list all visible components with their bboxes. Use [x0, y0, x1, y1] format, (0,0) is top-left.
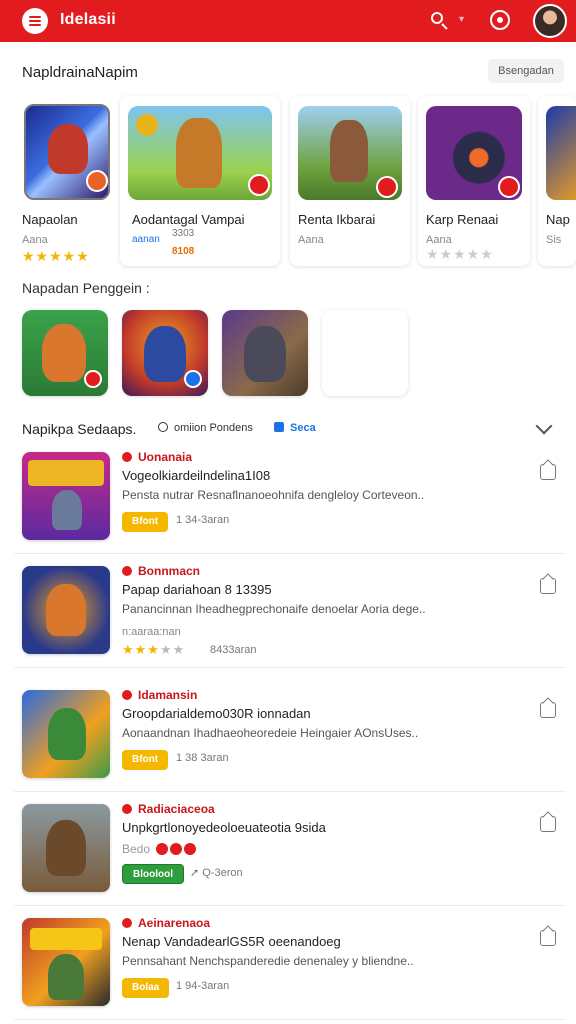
popular-game-tile[interactable] — [222, 310, 308, 396]
play-badge-icon — [86, 170, 108, 192]
featured-card[interactable]: Renta Ikbarai Aana — [290, 96, 410, 266]
game-meta: ➚ Q-3eron — [190, 867, 243, 879]
developer-name: Radiaciaceoa — [122, 802, 215, 816]
featured-card-title: Renta Ikbarai — [298, 212, 376, 227]
list-item[interactable]: Bonnmacn Papap dariahoan 8 13395 Pananci… — [14, 564, 566, 668]
game-meta: 1 94-3aran — [176, 980, 230, 992]
avatar[interactable] — [533, 4, 567, 38]
developer-icon — [122, 918, 132, 928]
featured-card-subtitle: Aana — [426, 234, 452, 246]
share-icon[interactable]: ➚ — [190, 867, 199, 879]
bookmark-icon[interactable] — [540, 816, 556, 832]
developer-icon — [122, 452, 132, 462]
featured-card[interactable]: Napaolan Aana ★★★★★ — [16, 96, 116, 266]
rating-stars: ★★★★★ — [22, 248, 90, 264]
app-brand: Idelasii — [60, 11, 116, 28]
game-description: Pensta nutrar Resnaflnanoeohnifa denglel… — [122, 488, 425, 502]
game-description: Pennsahant Nenchspanderedie denenaley y … — [122, 954, 414, 968]
play-badge-icon — [376, 176, 398, 198]
get-button[interactable]: Bloolool — [122, 864, 184, 884]
bookmark-icon[interactable] — [540, 578, 556, 594]
list-item[interactable]: Radiaciaceoa Unpkgrtlonoyedeoloeuateotia… — [14, 802, 566, 906]
tag-icon — [170, 843, 183, 855]
featured-card-subtitle: Sis — [546, 234, 562, 246]
see-more-button[interactable]: Bsengadan — [488, 59, 564, 83]
developer-icon — [122, 566, 132, 576]
game-title: Unpkgrtlonoyedeoloeuateotia 9sida — [122, 820, 326, 835]
list-item[interactable]: Uonanaia Vogeolkiardeilndelina1I08 Penst… — [14, 450, 566, 554]
featured-card-price: 8108 — [172, 246, 195, 257]
game-title: Nenap VandadearlGS5R oeenandoeg — [122, 934, 341, 949]
game-meta: 1 34-3aran — [176, 514, 230, 526]
featured-card-title: Nap — [546, 212, 570, 227]
developer-name: Bonnmacn — [122, 564, 200, 578]
game-thumbnail — [22, 566, 110, 654]
game-subtitle: n:aaraa:nan — [122, 626, 181, 638]
developer-name: Idamansin — [122, 688, 197, 702]
game-title: Vogeolkiardeilndelina1I08 — [122, 468, 271, 483]
popular-game-tile[interactable] — [22, 310, 108, 396]
game-description: Panancinnan Iheadhegprechonaife denoelar… — [122, 602, 426, 616]
game-title: Groopdarialdemo030R ionnadan — [122, 706, 311, 721]
play-badge-icon — [248, 174, 270, 196]
featured-card-title: Napaolan — [22, 212, 78, 227]
game-tags: Bedo — [122, 842, 198, 856]
popular-game-tile-placeholder[interactable] — [322, 310, 408, 396]
developer-name: Aeinarenaoa — [122, 916, 210, 930]
developer-icon — [122, 690, 132, 700]
featured-card[interactable]: Aodantagal Vampai aanan 3303 8108 ? — [120, 96, 280, 266]
popular-section-title: Napadan Penggein : — [22, 280, 150, 296]
game-thumbnail — [22, 918, 110, 1006]
tag-icon — [184, 843, 197, 855]
list-item[interactable]: Idamansin Groopdarialdemo030R ionnadan A… — [14, 688, 566, 792]
menu-icon[interactable] — [22, 8, 48, 34]
game-description: Aonaandnan Ihadhaeoheoredeie Heingaier A… — [122, 726, 419, 740]
get-button[interactable]: Bfont — [122, 750, 169, 770]
chevron-down-icon[interactable] — [535, 417, 553, 435]
game-title: Papap dariahoan 8 13395 — [122, 582, 272, 597]
developer-name: Uonanaia — [122, 450, 192, 464]
developer-icon — [122, 804, 132, 814]
game-thumbnail — [22, 452, 110, 540]
list-item[interactable]: Aeinarenaoa Nenap VandadearlGS5R oeenand… — [14, 916, 566, 1020]
game-thumbnail — [22, 804, 110, 892]
notification-icon[interactable] — [490, 10, 510, 30]
tag-icon — [156, 843, 169, 855]
featured-card-badge: 3303 — [172, 228, 195, 239]
rating-stars: ★★★★★ — [122, 642, 186, 657]
featured-card[interactable]: Karp Renaai Aana ★★★★★ ? — [418, 96, 530, 266]
get-button[interactable]: Bolaa — [122, 978, 170, 998]
play-badge-icon — [498, 176, 520, 198]
rating-stars: ★★★★★ — [426, 246, 494, 262]
filter-chip-active[interactable]: Seca — [274, 422, 316, 434]
chevron-down-icon[interactable]: ▾ — [459, 14, 464, 25]
filter-chip[interactable]: omiion Pondens — [158, 422, 253, 434]
get-button[interactable]: Bfont — [122, 512, 169, 532]
list-section-title: Napikpa Sedaaps. — [22, 421, 137, 437]
bookmark-icon[interactable] — [540, 930, 556, 946]
bookmark-icon[interactable] — [540, 464, 556, 480]
game-meta: 8433aran — [210, 644, 257, 656]
game-meta: 1 38 3aran — [176, 752, 229, 764]
featured-card-subtitle: aanan — [132, 234, 160, 245]
game-thumbnail — [22, 690, 110, 778]
featured-card-title: Aodantagal Vampai — [132, 212, 245, 227]
featured-section-title: NapldrainaNapim — [22, 64, 138, 81]
featured-card[interactable]: Nap Sis — [538, 96, 576, 266]
sort-icon — [158, 422, 168, 432]
popular-game-tile[interactable] — [122, 310, 208, 396]
search-icon[interactable] — [428, 9, 452, 33]
featured-card-subtitle: Aana — [298, 234, 324, 246]
featured-card-title: Karp Renaai — [426, 212, 499, 227]
bookmark-icon[interactable] — [540, 702, 556, 718]
top-app-bar: Idelasii ▾ — [0, 0, 576, 42]
filter-icon — [274, 422, 284, 432]
featured-card-subtitle: Aana — [22, 234, 48, 246]
game-thumbnail — [546, 106, 576, 200]
